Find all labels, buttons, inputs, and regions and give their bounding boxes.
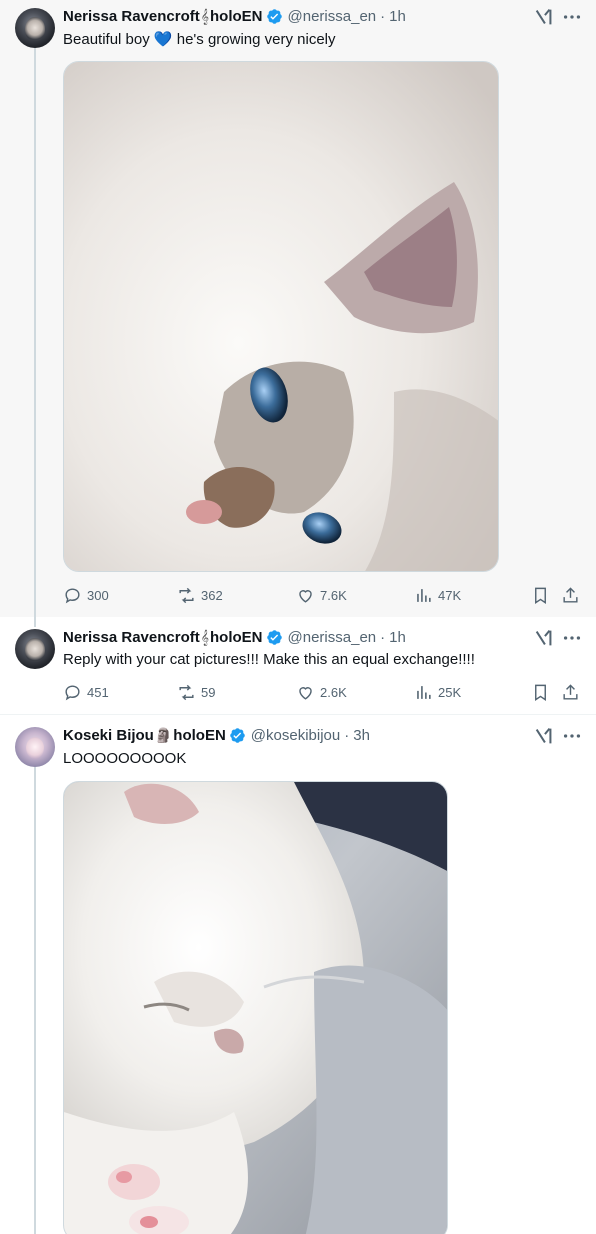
separator-dot: · [380,7,386,25]
like-count: 7.6K [320,587,347,603]
repost-icon [179,587,194,603]
reply-icon [65,587,80,603]
tweet-header: Nerissa Ravencroft 𝄞 holoEN @nerissa_en … [63,627,406,647]
grok-icon[interactable] [533,627,555,649]
reply-icon [65,684,80,700]
kitten-photo[interactable] [63,781,448,1234]
like-icon [299,686,312,700]
handle[interactable]: @kosekibijou [251,727,340,744]
tweet-header: Koseki Bijou 🗿 holoEN @kosekibijou · 3h [63,725,370,745]
share-icon [563,683,578,700]
share-icon [563,586,578,603]
views-button[interactable]: 25K [414,681,461,703]
reply-count: 300 [87,587,109,603]
bookmark-button[interactable] [531,584,550,606]
kitten-photo-image [64,782,447,1234]
tweet-header: Nerissa Ravencroft 𝄞 holoEN @nerissa_en … [63,6,406,26]
tweet-text: Reply with your cat pictures!!! Make thi… [63,651,475,668]
repost-icon [179,684,194,700]
name-suffix[interactable]: holoEN [173,727,226,744]
avatar[interactable] [15,727,55,767]
views-count: 25K [438,684,462,700]
share-button[interactable] [561,584,580,606]
separator-dot: · [380,628,386,646]
music-note-emoji: 𝄞 [200,7,210,24]
more-icon[interactable] [561,627,583,649]
more-icon[interactable] [561,6,583,28]
verified-badge-icon [230,727,245,743]
verified-badge-icon [266,629,282,645]
tweet-text: LOOOOOOOOOK [63,750,187,767]
thread-line [34,767,36,1234]
bookmark-icon [535,684,546,701]
repost-button[interactable]: 59 [177,681,215,703]
handle[interactable]: @nerissa_en [288,629,377,646]
action-bar: 300 362 7.6K 47K [63,584,585,606]
views-icon [417,588,431,602]
avatar[interactable] [15,8,55,48]
bookmark-button[interactable] [531,681,550,703]
name-suffix[interactable]: holoEN [210,8,263,25]
name-suffix[interactable]: holoEN [210,629,263,646]
reply-button[interactable]: 451 [63,681,109,703]
avatar[interactable] [15,629,55,669]
tweet-highlighted[interactable]: Nerissa Ravencroft 𝄞 holoEN @nerissa_en … [0,0,596,617]
music-note-emoji: 𝄞 [200,628,210,645]
share-button[interactable] [561,681,580,703]
grok-icon[interactable] [533,6,555,28]
views-count: 47K [438,587,462,603]
separator-dot: · [344,726,350,744]
tweet-reply[interactable]: Nerissa Ravencroft 𝄞 holoEN @nerissa_en … [0,617,596,715]
tweet-quote-reply[interactable]: Koseki Bijou 🗿 holoEN @kosekibijou · 3h … [0,715,596,1234]
repost-button[interactable]: 362 [177,584,223,606]
display-name[interactable]: Nerissa Ravencroft [63,8,200,25]
timestamp[interactable]: 1h [389,8,406,25]
repost-count: 362 [201,587,223,603]
cat-photo[interactable] [63,61,499,572]
grok-icon[interactable] [533,725,555,747]
timestamp[interactable]: 3h [353,727,370,744]
reply-count: 451 [87,684,109,700]
display-name[interactable]: Koseki Bijou [63,727,154,744]
like-button[interactable]: 7.6K [296,584,347,606]
like-count: 2.6K [320,684,347,700]
action-bar: 451 59 2.6K 25K [63,681,585,703]
thread-line [34,617,36,627]
tweet-text: Beautiful boy 💙 he's growing very nicely [63,31,336,48]
cat-photo-image [64,62,498,571]
thread-line [34,48,36,617]
bookmark-icon [535,587,546,604]
like-icon [299,589,312,603]
display-name[interactable]: Nerissa Ravencroft [63,629,200,646]
views-icon [417,685,431,699]
views-button[interactable]: 47K [414,584,461,606]
stone-face-emoji: 🗿 [154,726,173,743]
timestamp[interactable]: 1h [389,629,406,646]
repost-count: 59 [201,684,216,700]
more-icon[interactable] [561,725,583,747]
handle[interactable]: @nerissa_en [288,8,377,25]
reply-button[interactable]: 300 [63,584,109,606]
verified-badge-icon [266,8,282,24]
like-button[interactable]: 2.6K [296,681,347,703]
